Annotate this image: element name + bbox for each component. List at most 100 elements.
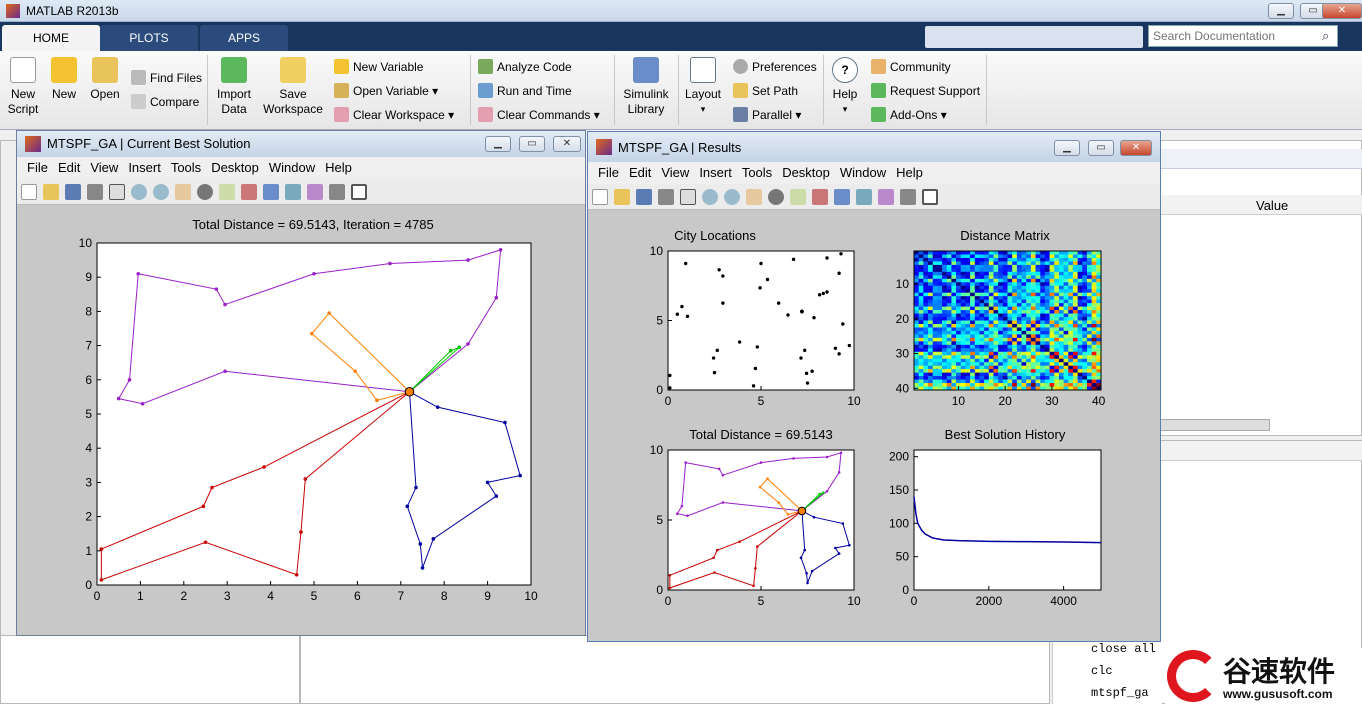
open-file-icon[interactable]: [614, 189, 630, 205]
pan-icon[interactable]: [746, 189, 762, 205]
zoom-out-icon[interactable]: [724, 189, 740, 205]
clear-workspace-button[interactable]: Clear Workspace ▾: [334, 107, 454, 122]
new-variable-button[interactable]: New Variable: [334, 59, 423, 74]
menu-window[interactable]: Window: [840, 165, 886, 180]
parallel-button[interactable]: Parallel ▾: [733, 107, 801, 122]
find-files-button[interactable]: Find Files: [131, 70, 202, 85]
open-file-icon[interactable]: [43, 184, 59, 200]
zoom-out-icon[interactable]: [153, 184, 169, 200]
simulink-library-button[interactable]: Simulink Library: [620, 57, 672, 117]
history-item[interactable]: mtspf_ga: [1091, 686, 1162, 700]
maximize-button[interactable]: ▭: [1088, 140, 1114, 156]
import-data-button[interactable]: Import Data: [214, 57, 254, 117]
show-plot-tools-icon[interactable]: [922, 189, 938, 205]
data-cursor-icon[interactable]: [219, 184, 235, 200]
clear-commands-button[interactable]: Clear Commands ▾: [478, 107, 600, 122]
layout-button[interactable]: Layout ▾: [684, 57, 722, 117]
menu-desktop[interactable]: Desktop: [211, 160, 259, 175]
menu-view[interactable]: View: [661, 165, 689, 180]
data-cursor-icon[interactable]: [790, 189, 806, 205]
zoom-in-icon[interactable]: [702, 189, 718, 205]
link-icon[interactable]: [834, 189, 850, 205]
minimize-button[interactable]: ▁: [485, 136, 511, 152]
workspace-scrollbar[interactable]: [1160, 419, 1270, 431]
open-variable-button[interactable]: Open Variable ▾: [334, 83, 438, 98]
rotate-icon[interactable]: [197, 184, 213, 200]
hide-plot-tools-icon[interactable]: [900, 189, 916, 205]
colorbar-icon[interactable]: [856, 189, 872, 205]
heatmap-cell: [951, 355, 957, 360]
figure-current-best-solution[interactable]: MTSPF_GA | Current Best Solution ▁ ▭ ✕ F…: [16, 130, 586, 636]
tab-home[interactable]: HOME: [2, 25, 100, 51]
pan-icon[interactable]: [175, 184, 191, 200]
heatmap-cell: [932, 320, 938, 325]
menu-window[interactable]: Window: [269, 160, 315, 175]
new-figure-icon[interactable]: [21, 184, 37, 200]
open-button[interactable]: Open: [88, 57, 122, 102]
save-icon[interactable]: [65, 184, 81, 200]
close-button[interactable]: ✕: [1322, 3, 1362, 19]
set-path-button[interactable]: Set Path: [733, 83, 798, 98]
show-plot-tools-icon[interactable]: [351, 184, 367, 200]
menu-edit[interactable]: Edit: [58, 160, 80, 175]
legend-icon[interactable]: [307, 184, 323, 200]
menu-insert[interactable]: Insert: [128, 160, 161, 175]
menu-help[interactable]: Help: [325, 160, 352, 175]
run-and-time-button[interactable]: Run and Time: [478, 83, 572, 98]
community-button[interactable]: Community: [871, 59, 951, 74]
close-button[interactable]: ✕: [1120, 140, 1152, 156]
request-support-button[interactable]: Request Support: [871, 83, 980, 98]
maximize-button[interactable]: ▭: [519, 136, 545, 152]
menu-insert[interactable]: Insert: [699, 165, 732, 180]
brush-icon[interactable]: [241, 184, 257, 200]
minimize-button[interactable]: ▁: [1054, 140, 1080, 156]
preferences-button[interactable]: Preferences: [733, 59, 817, 74]
print-icon[interactable]: [87, 184, 103, 200]
menu-edit[interactable]: Edit: [629, 165, 651, 180]
analyze-code-button[interactable]: Analyze Code: [478, 59, 572, 74]
history-item[interactable]: close all: [1091, 642, 1162, 656]
pointer-icon[interactable]: [109, 184, 125, 200]
compare-button[interactable]: Compare: [131, 94, 199, 109]
close-button[interactable]: ✕: [553, 136, 581, 152]
menu-desktop[interactable]: Desktop: [782, 165, 830, 180]
rotate-icon[interactable]: [768, 189, 784, 205]
quick-access-toolbar[interactable]: [925, 26, 1143, 48]
print-icon[interactable]: [658, 189, 674, 205]
zoom-in-icon[interactable]: [131, 184, 147, 200]
menu-help[interactable]: Help: [896, 165, 923, 180]
menu-view[interactable]: View: [90, 160, 118, 175]
command-window[interactable]: [300, 635, 1050, 704]
hide-plot-tools-icon[interactable]: [329, 184, 345, 200]
brush-icon[interactable]: [812, 189, 828, 205]
new-script-button[interactable]: New Script: [6, 57, 40, 117]
save-workspace-button[interactable]: Save Workspace: [262, 57, 324, 117]
results-plots[interactable]: City Locations Distance Matrix Total Dis…: [588, 212, 1160, 641]
link-icon[interactable]: [263, 184, 279, 200]
heatmap-cell: [984, 323, 990, 328]
history-item[interactable]: clc: [1091, 664, 1162, 678]
minimize-button[interactable]: ▁: [1268, 3, 1294, 19]
menu-file[interactable]: File: [598, 165, 619, 180]
tab-plots[interactable]: PLOTS: [100, 25, 198, 51]
figure-results[interactable]: MTSPF_GA | Results ▁ ▭ ✕ File Edit View Ins…: [587, 131, 1161, 642]
search-documentation-input[interactable]: [1148, 25, 1338, 47]
menu-tools[interactable]: Tools: [171, 160, 201, 175]
menu-tools[interactable]: Tools: [742, 165, 772, 180]
route-plot[interactable]: Total Distance = 69.5143, Iteration = 47…: [17, 207, 585, 635]
colorbar-icon[interactable]: [285, 184, 301, 200]
workspace-panel[interactable]: Value: [1155, 140, 1362, 436]
tab-apps[interactable]: APPS: [200, 25, 288, 51]
legend-icon[interactable]: [878, 189, 894, 205]
addons-button[interactable]: Add-Ons ▾: [871, 107, 947, 122]
heatmap-cell: [928, 257, 933, 262]
menu-file[interactable]: File: [27, 160, 48, 175]
save-icon[interactable]: [636, 189, 652, 205]
new-button[interactable]: New: [48, 57, 80, 102]
new-figure-icon[interactable]: [592, 189, 608, 205]
pointer-icon[interactable]: [680, 189, 696, 205]
heatmap-cell: [979, 261, 985, 266]
help-button[interactable]: ? Help ▾: [830, 57, 860, 117]
search-icon[interactable]: ⌕: [1322, 28, 1329, 44]
workspace-address-bar[interactable]: [1156, 149, 1362, 169]
